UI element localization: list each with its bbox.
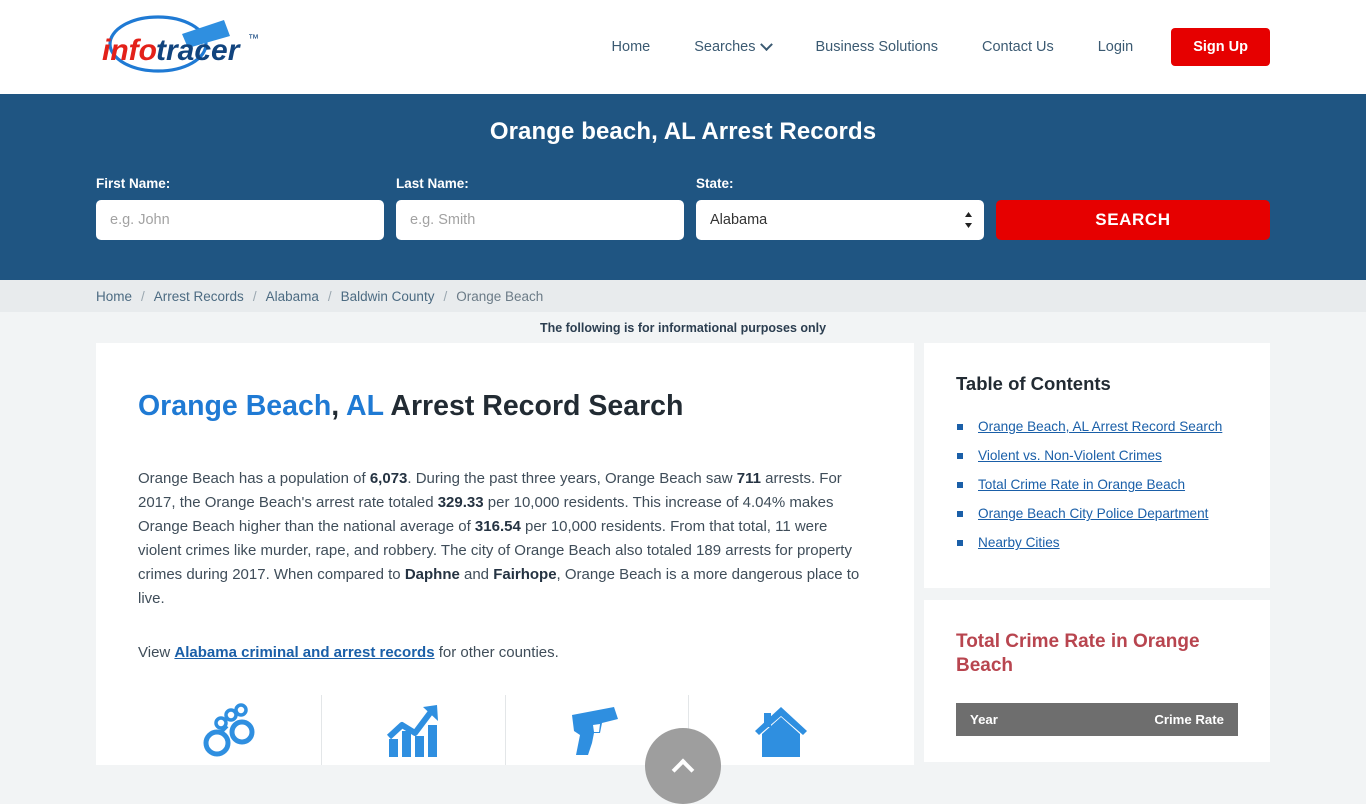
list-item: Nearby Cities [956, 533, 1238, 553]
table-of-contents-card: Table of Contents Orange Beach, AL Arres… [924, 343, 1270, 588]
list-item: Orange Beach City Police Department [956, 504, 1238, 524]
sidebar: Table of Contents Orange Beach, AL Arres… [924, 343, 1270, 762]
first-name-label: First Name: [96, 176, 171, 191]
bullet-icon [957, 511, 963, 517]
infotracer-logo[interactable]: info tracer ™ [96, 12, 276, 82]
svg-text:info: info [102, 34, 157, 67]
crime-rate-title: Total Crime Rate in Orange Beach [956, 631, 1200, 677]
view-suffix: for other counties. [434, 644, 559, 662]
state-select[interactable]: Alabama [696, 200, 984, 240]
chevron-up-icon [671, 758, 695, 782]
heading-state: AL [346, 390, 384, 422]
compare-city-daphne: Daphne [404, 566, 460, 584]
crime-rate-table: Year Crime Rate [956, 702, 1238, 736]
toc-link-total-crime-rate[interactable]: Total Crime Rate in Orange Beach [978, 477, 1185, 492]
arrest-record-search-form: First Name: Last Name: State: Alabama [0, 176, 1366, 240]
breadcrumb-separator: / [327, 288, 332, 304]
summary-paragraph: Orange Beach has a population of 6,073. … [138, 467, 872, 611]
page-title: Orange beach, AL Arrest Records [489, 118, 877, 145]
bullet-icon [957, 453, 963, 459]
logo-graphic: info tracer ™ [102, 15, 259, 73]
search-band: Orange beach, AL Arrest Records First Na… [0, 94, 1366, 280]
breadcrumb-item-alabama[interactable]: Alabama [266, 289, 319, 304]
view-prefix: View [138, 644, 175, 662]
heading-rest: Arrest Record Search [383, 390, 684, 422]
breadcrumb: Home / Arrest Records / Alabama / Baldwi… [0, 280, 1366, 312]
main-content-card: Orange Beach, AL Arrest Record Search Or… [96, 343, 914, 766]
breadcrumb-separator: / [252, 288, 257, 304]
compare-city-fairhope: Fairhope [493, 566, 557, 584]
view-records-paragraph: View Alabama criminal and arrest records… [138, 641, 872, 665]
disclaimer-text: The following is for informational purpo… [539, 321, 827, 335]
arrests-value: 711 [736, 470, 761, 488]
toc-title: Table of Contents [956, 373, 1111, 394]
nav-label: Contact Us [982, 39, 1054, 55]
nav-label: Home [611, 39, 651, 55]
heading-comma: , [331, 390, 347, 422]
breadcrumb-item-arrest-records[interactable]: Arrest Records [154, 289, 244, 304]
population-value: 6,073 [369, 470, 408, 488]
first-name-input[interactable] [96, 200, 384, 240]
last-name-input[interactable] [396, 200, 684, 240]
state-label: State: [696, 176, 734, 191]
heading-city: Orange Beach [138, 390, 332, 422]
site-header: info tracer ™ Home Searches Business Sol… [0, 0, 1366, 94]
svg-text:tracer: tracer [156, 34, 242, 67]
list-item: Orange Beach, AL Arrest Record Search [956, 417, 1238, 437]
total-crime-rate-card: Total Crime Rate in Orange Beach Year Cr… [924, 600, 1270, 762]
list-item: Violent vs. Non-Violent Crimes [956, 446, 1238, 466]
bullet-icon [957, 424, 963, 430]
toc-link-police-department[interactable]: Orange Beach City Police Department [978, 506, 1208, 521]
house-icon [754, 707, 807, 758]
toc-list: Orange Beach, AL Arrest Record Search Vi… [956, 417, 1238, 553]
icon-cell-growth-chart[interactable] [322, 695, 506, 766]
para-seg-2: . During the past three years, Orange Be… [407, 470, 737, 488]
icon-cell-handcuffs[interactable] [138, 695, 322, 766]
growth-chart-icon [387, 705, 439, 758]
toc-link-nearby-cities[interactable]: Nearby Cities [978, 535, 1060, 550]
nav-label: Login [1097, 39, 1134, 55]
breadcrumb-item-baldwin-county[interactable]: Baldwin County [341, 289, 435, 304]
para-seg-6: and [459, 566, 494, 584]
national-average-value: 316.54 [474, 518, 521, 536]
nav-item-business-solutions[interactable]: Business Solutions [793, 39, 960, 55]
nav-item-login[interactable]: Login [1076, 39, 1155, 55]
breadcrumb-item-home[interactable]: Home [96, 289, 132, 304]
svg-text:™: ™ [248, 33, 259, 45]
nav-item-contact-us[interactable]: Contact Us [960, 39, 1076, 55]
breadcrumb-item-orange-beach: Orange Beach [456, 288, 544, 304]
handcuffs-icon [203, 703, 255, 757]
bullet-icon [957, 482, 963, 488]
column-header-year: Year [956, 702, 1059, 736]
list-item: Total Crime Rate in Orange Beach [956, 475, 1238, 495]
para-seg-1: Orange Beach has a population of [138, 470, 370, 488]
content-heading: Orange Beach, AL Arrest Record Search [138, 389, 872, 423]
nav-label: Searches [694, 39, 756, 55]
toc-link-violent-vs-nonviolent[interactable]: Violent vs. Non-Violent Crimes [978, 448, 1162, 463]
breadcrumb-separator: / [141, 288, 145, 304]
last-name-label: Last Name: [396, 176, 469, 191]
scroll-to-top-button[interactable] [645, 728, 721, 804]
nav-item-home[interactable]: Home [590, 39, 673, 55]
nav-label: Business Solutions [815, 39, 938, 55]
main-navigation: Home Searches Business Solutions Contact… [590, 0, 1270, 94]
chevron-down-icon [760, 37, 774, 51]
page-body: Orange Beach, AL Arrest Record Search Or… [0, 343, 1366, 766]
column-header-crime-rate: Crime Rate [1058, 702, 1238, 736]
first-name-field-group: First Name: [96, 176, 384, 240]
sign-up-button[interactable]: Sign Up [1171, 28, 1270, 66]
state-field-group: State: Alabama [696, 176, 984, 240]
nav-item-searches[interactable]: Searches [672, 37, 793, 55]
alabama-records-link[interactable]: Alabama criminal and arrest records [174, 644, 434, 661]
arrest-rate-value: 329.33 [437, 494, 484, 512]
table-header-row: Year Crime Rate [956, 702, 1238, 736]
last-name-field-group: Last Name: [396, 176, 684, 240]
gun-icon [571, 707, 618, 756]
toc-link-arrest-record-search[interactable]: Orange Beach, AL Arrest Record Search [978, 419, 1222, 434]
search-button[interactable]: SEARCH [996, 200, 1270, 240]
bullet-icon [957, 540, 963, 546]
category-icon-row [138, 695, 872, 766]
breadcrumb-separator: / [443, 288, 448, 304]
